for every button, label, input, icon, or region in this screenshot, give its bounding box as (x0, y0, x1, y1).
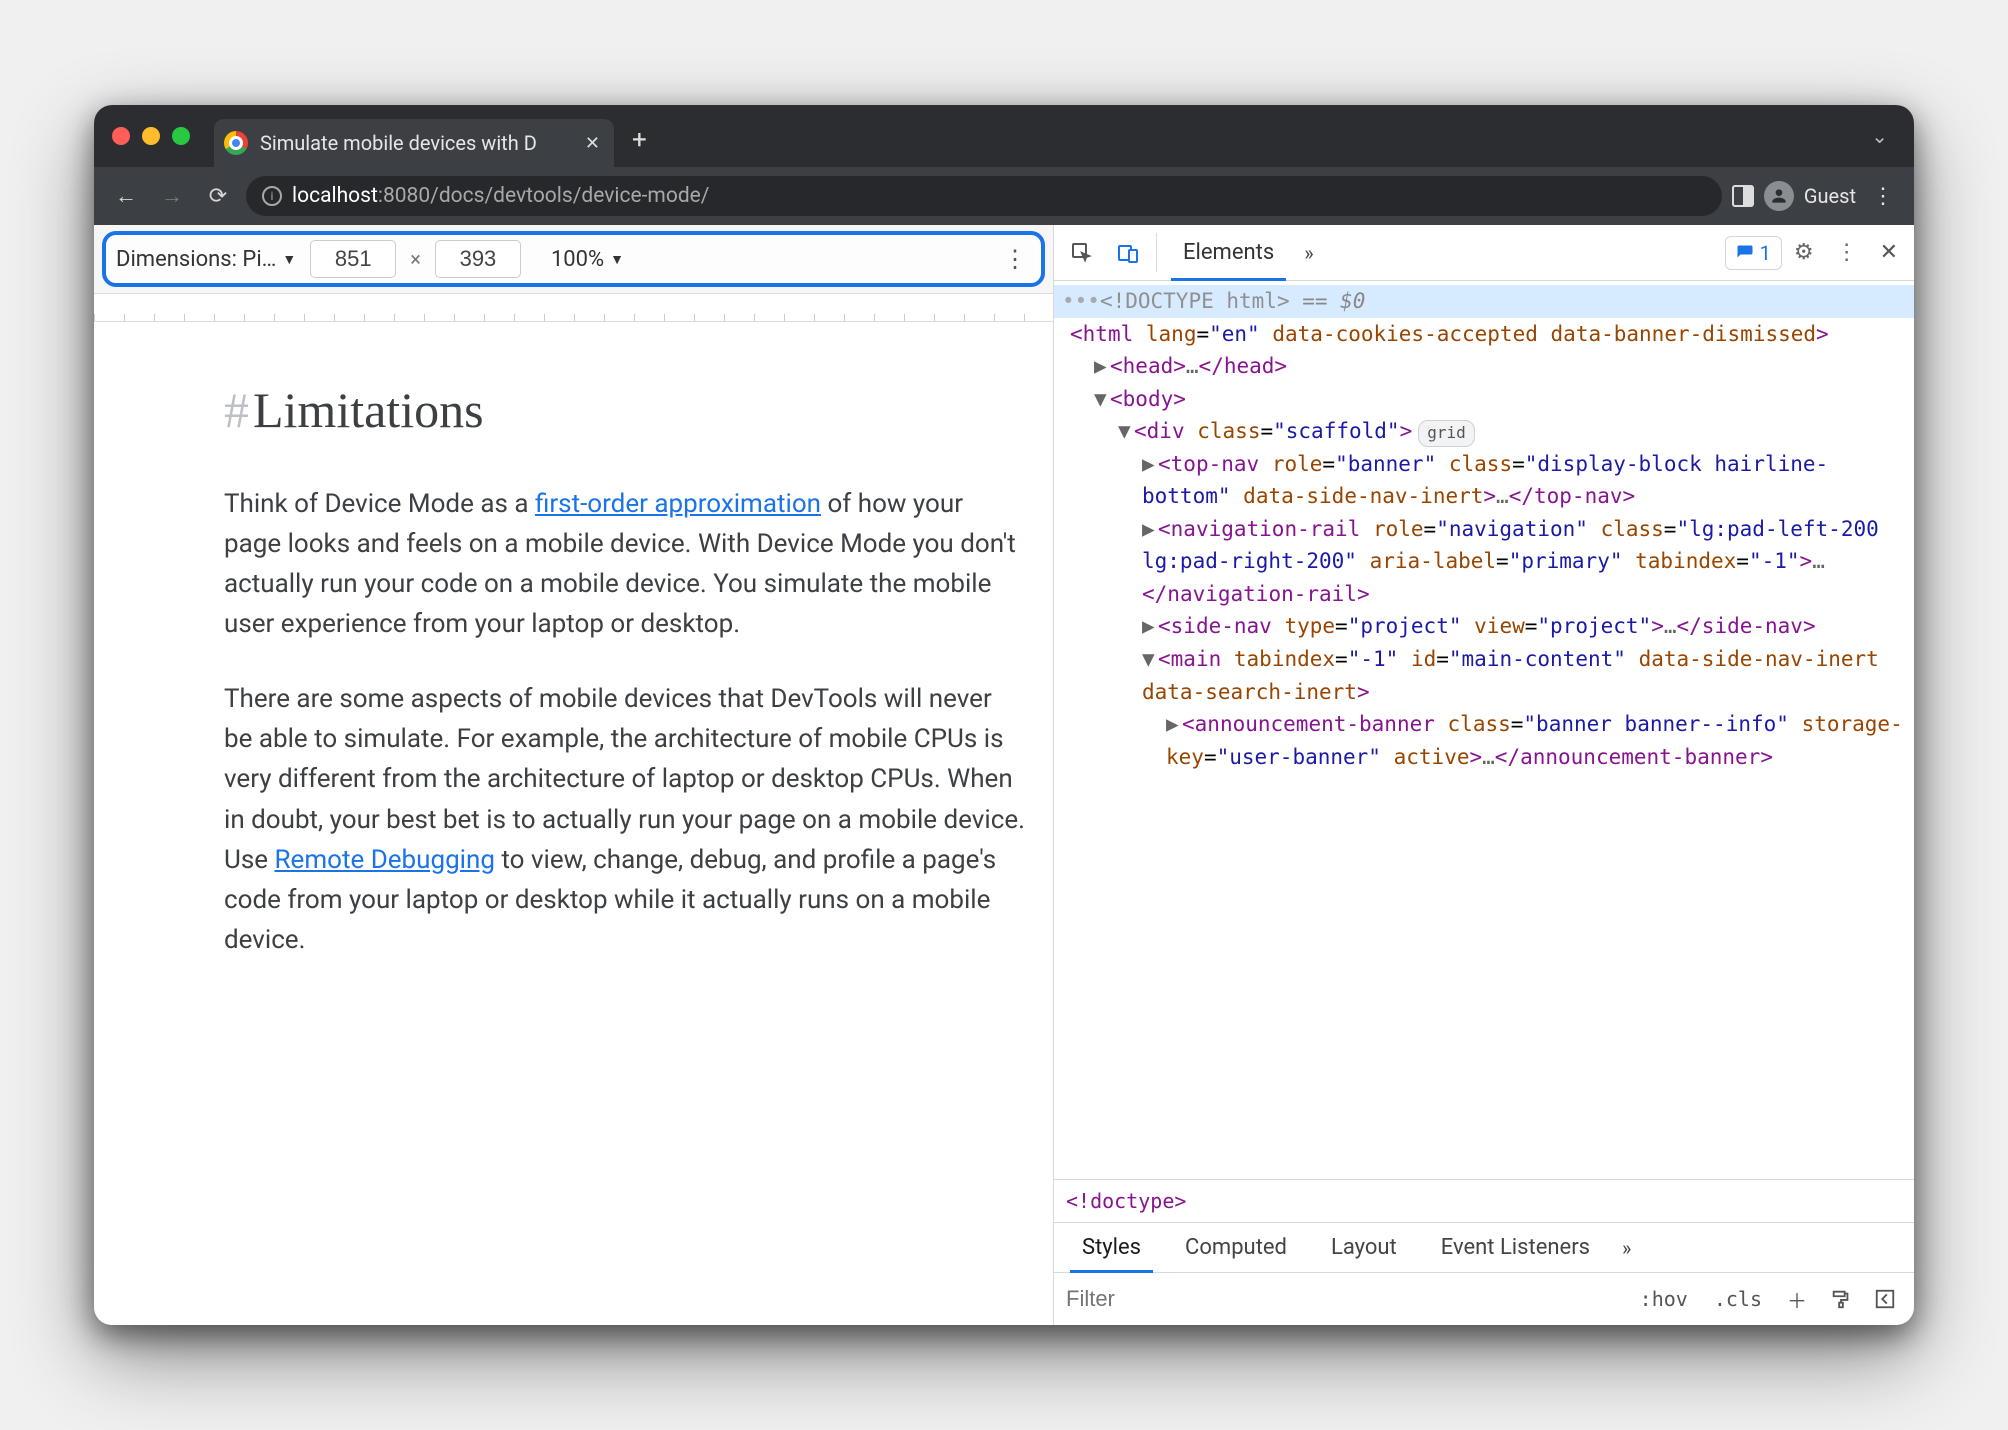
paragraph: Think of Device Mode as a first-order ap… (224, 484, 1025, 645)
address-bar[interactable]: i localhost:8080/docs/devtools/device-mo… (246, 176, 1722, 216)
side-panel-icon[interactable] (1732, 185, 1754, 207)
browser-tab[interactable]: Simulate mobile devices with D ✕ (214, 119, 614, 167)
toggle-rendering-button[interactable] (1866, 1288, 1904, 1310)
minimize-window-button[interactable] (142, 127, 160, 145)
device-toolbar: Dimensions: Pi… ▼ × 100% ▼ ⋮ (102, 231, 1045, 287)
dom-row[interactable]: ▶<side-nav type="project" view="project"… (1054, 610, 1914, 643)
dom-row[interactable]: ▶<top-nav role="banner" class="display-b… (1054, 448, 1914, 513)
dimensions-dropdown[interactable]: Dimensions: Pi… ▼ (116, 247, 296, 272)
window-controls (112, 127, 190, 145)
url-toolbar: ← → ⟳ i localhost:8080/docs/devtools/dev… (94, 167, 1914, 225)
titlebar: Simulate mobile devices with D ✕ + ⌄ (94, 105, 1914, 167)
styles-toolbar: :hov .cls ＋ (1054, 1273, 1914, 1325)
caret-down-icon: ▼ (610, 251, 624, 268)
tab-layout[interactable]: Layout (1309, 1223, 1419, 1272)
page-heading: #Limitations (224, 372, 1025, 450)
cls-button[interactable]: .cls (1704, 1287, 1772, 1311)
settings-button[interactable]: ⚙ (1784, 240, 1824, 265)
reload-button[interactable]: ⟳ (200, 178, 236, 214)
tabs-overflow-button[interactable]: ⌄ (1871, 124, 1888, 148)
issues-button[interactable]: 1 (1725, 236, 1782, 270)
grid-badge[interactable]: grid (1418, 420, 1475, 447)
devtools-tabbar: Elements » 1 ⚙ ⋮ ✕ (1054, 225, 1914, 281)
dom-row[interactable]: ▼<body> (1054, 383, 1914, 416)
avatar-icon (1764, 181, 1794, 211)
profile-label: Guest (1804, 184, 1856, 208)
device-height-input[interactable] (435, 240, 521, 278)
styles-tabbar: Styles Computed Layout Event Listeners » (1054, 1223, 1914, 1273)
browser-menu-button[interactable]: ⋮ (1866, 184, 1900, 209)
close-window-button[interactable] (112, 127, 130, 145)
maximize-window-button[interactable] (172, 127, 190, 145)
caret-down-icon: ▼ (282, 251, 296, 268)
tab-event-listeners[interactable]: Event Listeners (1419, 1223, 1612, 1272)
forward-button[interactable]: → (154, 178, 190, 214)
remote-debugging-link[interactable]: Remote Debugging (275, 845, 495, 875)
dom-tree[interactable]: •••<!DOCTYPE html> == $0 <html lang="en"… (1054, 281, 1914, 1179)
device-toolbar-wrap: Dimensions: Pi… ▼ × 100% ▼ ⋮ (94, 225, 1053, 294)
dom-breadcrumb[interactable]: <!doctype> (1054, 1179, 1914, 1223)
subtabs-overflow-button[interactable]: » (1612, 1223, 1641, 1272)
device-width-input[interactable] (310, 240, 396, 278)
heading-anchor-icon[interactable]: # (224, 382, 249, 438)
site-info-icon[interactable]: i (262, 186, 282, 206)
browser-window: Simulate mobile devices with D ✕ + ⌄ ← →… (94, 105, 1914, 1325)
inspect-element-button[interactable] (1060, 241, 1104, 265)
dom-row[interactable]: ▶<navigation-rail role="navigation" clas… (1054, 513, 1914, 611)
multiply-sign: × (410, 247, 421, 271)
dom-row[interactable]: <html lang="en" data-cookies-accepted da… (1054, 318, 1914, 351)
chrome-icon (224, 131, 248, 155)
tab-styles[interactable]: Styles (1060, 1223, 1163, 1272)
dom-row[interactable]: ▼<div class="scaffold">grid (1054, 415, 1914, 448)
dom-row[interactable]: ▼<main tabindex="-1" id="main-content" d… (1054, 643, 1914, 708)
device-ruler (94, 294, 1053, 322)
devtools-menu-button[interactable]: ⋮ (1826, 240, 1868, 265)
devtools-pane: Elements » 1 ⚙ ⋮ ✕ •••<!DOCTYPE html> ==… (1054, 225, 1914, 1325)
dom-row[interactable]: ▶<head>…</head> (1054, 350, 1914, 383)
toggle-device-toolbar-button[interactable] (1106, 241, 1150, 265)
back-button[interactable]: ← (108, 178, 144, 214)
tab-computed[interactable]: Computed (1163, 1223, 1309, 1272)
hov-button[interactable]: :hov (1630, 1287, 1698, 1311)
paragraph: There are some aspects of mobile devices… (224, 679, 1025, 961)
close-tab-button[interactable]: ✕ (585, 133, 600, 154)
profile-button[interactable]: Guest (1764, 181, 1856, 211)
new-style-rule-button[interactable]: ＋ (1778, 1285, 1816, 1314)
device-toolbar-menu[interactable]: ⋮ (999, 245, 1031, 273)
zoom-dropdown[interactable]: 100% ▼ (551, 247, 624, 272)
styles-filter-input[interactable] (1064, 1282, 1384, 1316)
tab-elements[interactable]: Elements (1163, 225, 1294, 280)
page-content: #Limitations Think of Device Mode as a f… (94, 322, 1053, 1325)
close-devtools-button[interactable]: ✕ (1870, 240, 1908, 265)
new-tab-button[interactable]: + (632, 125, 647, 155)
url-text: localhost:8080/docs/devtools/device-mode… (292, 184, 709, 208)
device-mode-pane: Dimensions: Pi… ▼ × 100% ▼ ⋮ #Limitation (94, 225, 1054, 1325)
dom-row[interactable]: ▶<announcement-banner class="banner bann… (1054, 708, 1914, 773)
paint-button[interactable] (1822, 1288, 1860, 1310)
tabs-overflow-button[interactable]: » (1294, 225, 1323, 280)
first-order-approximation-link[interactable]: first-order approximation (535, 489, 821, 519)
content-area: Dimensions: Pi… ▼ × 100% ▼ ⋮ #Limitation (94, 225, 1914, 1325)
dom-row-doctype[interactable]: •••<!DOCTYPE html> == $0 (1054, 285, 1914, 318)
tab-title: Simulate mobile devices with D (260, 131, 573, 155)
